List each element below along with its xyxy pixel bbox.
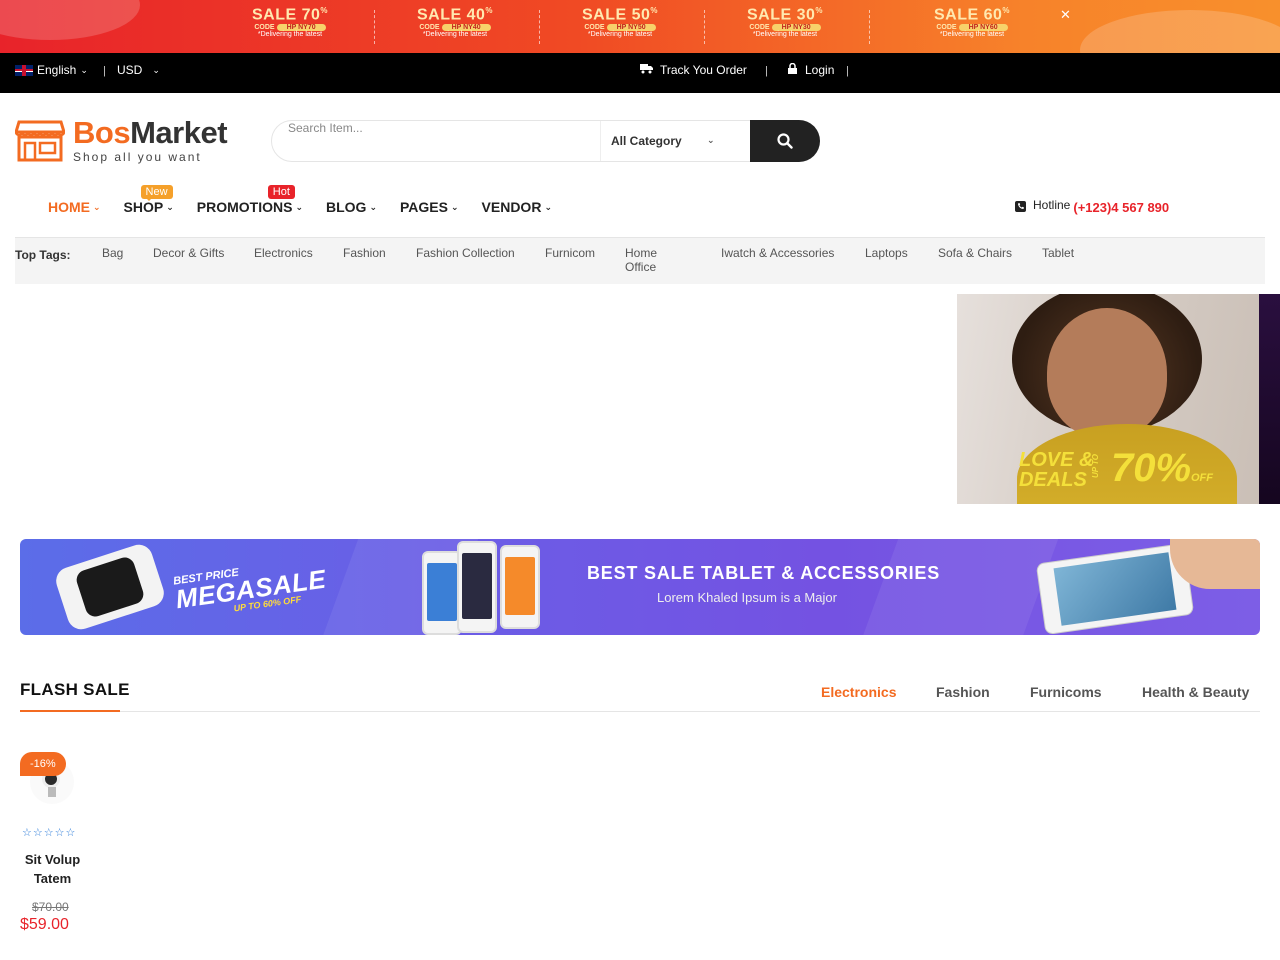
search-icon <box>777 133 793 149</box>
promo-banner[interactable]: SALE 70% CODE HP NY70 *Delivering the lat… <box>0 0 1280 53</box>
divider <box>704 10 705 44</box>
chevron-down-icon: ⌄ <box>80 64 88 75</box>
title-underline <box>20 710 120 712</box>
tag-link[interactable]: Home Office <box>625 246 675 274</box>
chevron-down-icon: ⌄ <box>295 201 303 212</box>
nav-vendor[interactable]: VENDOR ⌄ <box>482 199 552 215</box>
tag-link[interactable]: Decor & Gifts <box>153 246 224 260</box>
tag-link[interactable]: Bag <box>102 246 123 260</box>
discount-badge: -16% <box>20 752 66 776</box>
currency-label: USD <box>117 63 143 77</box>
new-badge: New <box>140 185 173 201</box>
nav-promotions[interactable]: Hot PROMOTIONS ⌄ <box>197 185 303 215</box>
chevron-down-icon: ⌄ <box>544 201 552 212</box>
tag-link[interactable]: Electronics <box>254 246 313 260</box>
phone-image <box>422 551 462 635</box>
hotline[interactable]: Hotline (+123)4 567 890 <box>1015 198 1169 215</box>
phone-image <box>500 545 540 629</box>
divider <box>539 10 540 44</box>
category-select[interactable]: All Category ⌄ <box>600 121 750 161</box>
site-logo[interactable]: BosMarket Shop all you want <box>15 115 228 164</box>
close-icon[interactable]: ✕ <box>1060 7 1071 23</box>
old-price: $70.00 <box>32 900 69 914</box>
tag-link[interactable]: Iwatch & Accessories <box>721 246 834 260</box>
tab-furnicoms[interactable]: Furnicoms <box>1030 684 1102 700</box>
model-face <box>1047 308 1167 438</box>
nav-blog[interactable]: BLOG ⌄ <box>326 199 377 215</box>
megasale-text: BEST PRICE MEGASALE UP TO 60% OFF <box>172 563 328 615</box>
brand-name: BosMarket <box>73 115 228 150</box>
tag-link[interactable]: Tablet <box>1042 246 1074 260</box>
banner-heading: BEST SALE TABLET & ACCESSORIES <box>587 563 941 583</box>
shop-logo-icon <box>15 120 65 162</box>
camera-stand <box>48 787 56 797</box>
main-nav: HOME ⌄ New SHOP ⌄ Hot PROMOTIONS ⌄ BLOG ⌄ PA… <box>48 185 575 215</box>
top-tags: Top Tags: Bag Decor & Gifts Electronics … <box>15 237 1265 284</box>
tab-electronics[interactable]: Electronics <box>821 684 896 700</box>
top-bar: English ⌄ | USD ⌄ Track You Order | Logi… <box>0 53 1280 93</box>
tag-link[interactable]: Furnicom <box>545 246 595 260</box>
promo-offer-3[interactable]: SALE 50% CODE HP NY50 *Delivering the lat… <box>545 6 695 38</box>
language-selector[interactable]: English ⌄ <box>15 63 88 77</box>
deal-text: LOVE & DEALS UP TO 70% OFF <box>1019 446 1213 491</box>
divider: | <box>765 65 768 77</box>
hero-banner[interactable]: LOVE & DEALS UP TO 70% OFF <box>957 294 1259 504</box>
chevron-down-icon: ⌄ <box>707 135 715 145</box>
tab-fashion[interactable]: Fashion <box>936 684 990 700</box>
tab-health-beauty[interactable]: Health & Beauty <box>1142 684 1249 700</box>
phone-image <box>457 541 497 633</box>
product-price: $59.00 <box>20 916 69 933</box>
search-bar: Search Item... All Category ⌄ <box>271 120 820 162</box>
category-label: All Category <box>611 134 682 148</box>
lock-icon <box>788 62 797 77</box>
hotline-number: (+123)4 567 890 <box>1073 200 1170 215</box>
promo-offer-5[interactable]: SALE 60% CODE HP NY60 *Delivering the lat… <box>897 6 1047 38</box>
hotline-label: Hotline <box>1033 198 1071 212</box>
nav-pages[interactable]: PAGES ⌄ <box>400 199 459 215</box>
search-button[interactable] <box>750 120 820 162</box>
hero-banner-next[interactable] <box>1259 294 1280 504</box>
banner-decoration <box>1080 10 1280 53</box>
phone-icon <box>1015 201 1026 212</box>
tag-link[interactable]: Laptops <box>865 246 908 260</box>
banner-subheading: Lorem Khaled Ipsum is a Major <box>657 590 837 605</box>
login-label: Login <box>805 63 835 77</box>
divider <box>20 711 1260 712</box>
divider <box>869 10 870 44</box>
chevron-down-icon: ⌄ <box>369 201 377 212</box>
chevron-down-icon: ⌄ <box>166 201 174 212</box>
banner-decoration <box>0 0 140 40</box>
brand-tagline: Shop all you want <box>73 150 202 164</box>
promo-offer-4[interactable]: SALE 30% CODE HP NY30 *Delivering the lat… <box>710 6 860 38</box>
login-link[interactable]: Login <box>788 62 835 77</box>
chevron-down-icon: ⌄ <box>450 201 459 212</box>
banner-decoration <box>854 539 1066 635</box>
uk-flag-icon <box>15 64 33 76</box>
search-input[interactable]: Search Item... <box>288 121 363 135</box>
rating-stars: ☆☆☆☆☆ <box>22 827 77 839</box>
top-tags-label: Top Tags: <box>15 248 71 262</box>
smartwatch-image <box>52 541 168 633</box>
hot-badge: Hot <box>267 185 295 201</box>
divider: | <box>846 65 849 77</box>
currency-selector[interactable]: USD ⌄ <box>117 63 160 77</box>
divider <box>374 10 375 44</box>
promo-offer-2[interactable]: SALE 40% CODE HP NY40 *Delivering the lat… <box>380 6 530 38</box>
flash-sale-title: FLASH SALE <box>20 680 130 699</box>
tablet-sale-banner[interactable]: BEST PRICE MEGASALE UP TO 60% OFF BEST S… <box>20 539 1260 635</box>
divider: | <box>103 65 106 77</box>
language-label: English <box>37 63 77 77</box>
promo-offer-1[interactable]: SALE 70% CODE HP NY70 *Delivering the lat… <box>215 6 365 38</box>
chevron-down-icon: ⌄ <box>152 64 160 75</box>
product-name[interactable]: Sit Volup Tatem <box>20 850 85 888</box>
tag-link[interactable]: Fashion Collection <box>416 246 515 260</box>
truck-icon <box>640 63 653 77</box>
nav-shop[interactable]: New SHOP ⌄ <box>124 185 174 215</box>
track-order-link[interactable]: Track You Order <box>640 63 750 77</box>
tag-link[interactable]: Sofa & Chairs <box>938 246 1012 260</box>
chevron-down-icon: ⌄ <box>93 201 101 212</box>
nav-home[interactable]: HOME ⌄ <box>48 199 101 215</box>
track-order-label: Track You Order <box>660 63 747 77</box>
tag-link[interactable]: Fashion <box>343 246 386 260</box>
